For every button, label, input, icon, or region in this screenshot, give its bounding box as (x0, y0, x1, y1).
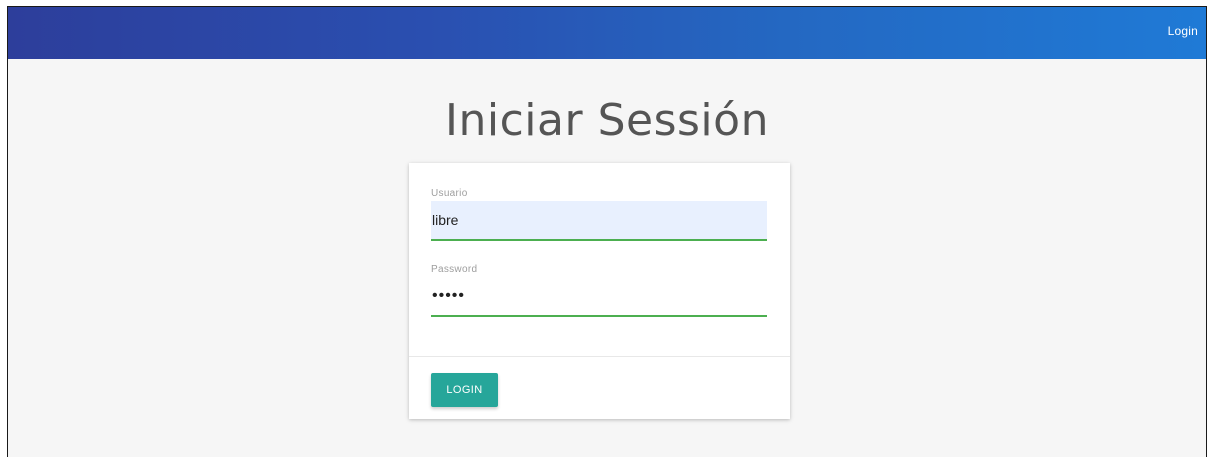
login-card-content: Usuario Password (409, 163, 790, 356)
usuario-label: Usuario (431, 188, 468, 199)
usuario-field: Usuario (431, 187, 767, 241)
card-divider (409, 356, 790, 357)
app-window: Login Iniciar Sessión Usuario Password L… (7, 6, 1207, 457)
password-input[interactable] (431, 277, 767, 317)
login-card: Usuario Password LOGIN (409, 163, 790, 419)
nav-login-link[interactable]: Login (1168, 24, 1198, 38)
password-label: Password (431, 264, 478, 275)
page-title: Iniciar Sessión (445, 95, 769, 146)
password-field: Password (431, 263, 767, 317)
login-button[interactable]: LOGIN (431, 373, 498, 407)
usuario-input[interactable] (431, 201, 767, 241)
navbar: Login (8, 7, 1206, 59)
